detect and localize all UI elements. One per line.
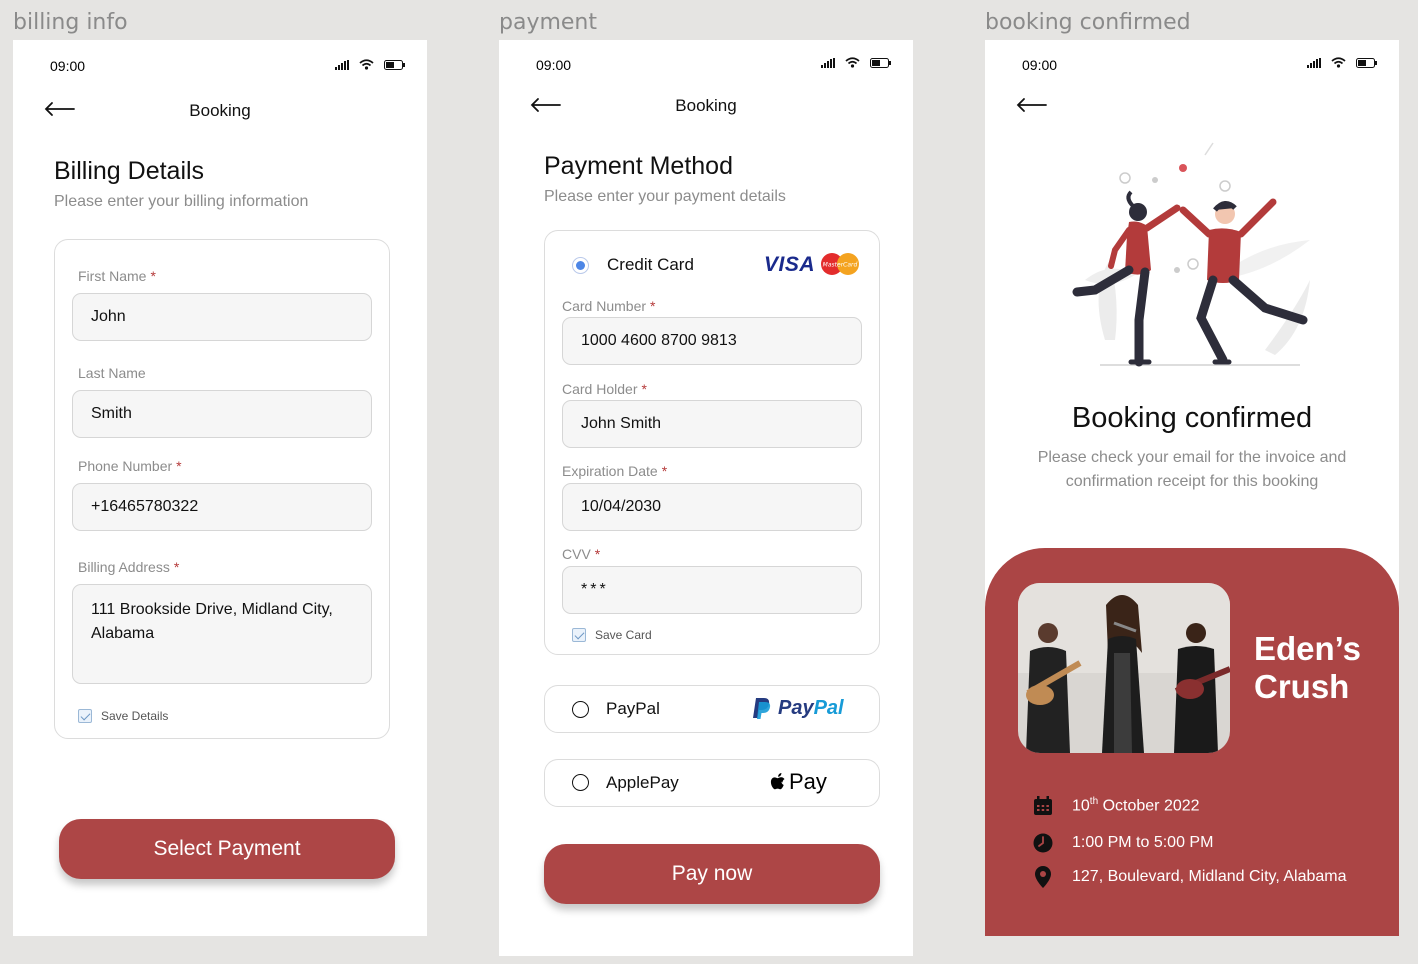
status-time: 09:00 bbox=[50, 58, 86, 74]
page-title: Payment Method bbox=[544, 152, 733, 180]
phone-number-input[interactable]: +16465780322 bbox=[72, 483, 372, 531]
frame-label-confirmed: booking confirmed bbox=[985, 10, 1191, 35]
applepay-option[interactable]: ApplePay Pay bbox=[544, 759, 880, 807]
billing-address-label: Billing Address * bbox=[78, 559, 180, 575]
confirmation-screen: 09:00 Booking confirmed Please check you… bbox=[985, 40, 1399, 936]
battery-icon bbox=[384, 59, 405, 70]
checkbox-icon bbox=[78, 709, 92, 723]
apple-logo-icon bbox=[770, 773, 785, 790]
top-bar-title: Booking bbox=[189, 101, 251, 120]
visa-logo-icon: VISA bbox=[764, 253, 816, 276]
payment-screen: 09:00 Booking Payment Method Please ente… bbox=[499, 40, 913, 956]
status-bar: 09:00 bbox=[985, 40, 1399, 73]
confirmation-title: Booking confirmed bbox=[1071, 402, 1313, 434]
wifi-icon bbox=[359, 59, 374, 70]
last-name-input[interactable]: Smith bbox=[72, 390, 372, 438]
top-bar bbox=[985, 94, 1399, 124]
page-title: Billing Details bbox=[54, 157, 205, 185]
status-time: 09:00 bbox=[1022, 57, 1058, 73]
paypal-logo: PayPal bbox=[752, 696, 844, 720]
event-date-text: 10th October 2022 bbox=[1072, 796, 1200, 815]
card-number-input[interactable]: 1000 4600 8700 9813 bbox=[562, 317, 862, 365]
paypal-radio[interactable] bbox=[572, 701, 589, 718]
battery-icon bbox=[1356, 57, 1377, 68]
event-location: 127, Boulevard, Midland City, Alabama bbox=[1032, 866, 1347, 888]
mastercard-logo-text: MasterCard bbox=[823, 262, 858, 269]
credit-card-radio[interactable] bbox=[572, 257, 589, 274]
pay-now-button[interactable]: Pay now bbox=[544, 844, 880, 904]
billing-screen: 09:00 Booking Billing Details Please ent… bbox=[13, 40, 427, 936]
confirmation-message: Please check your email for the invoice … bbox=[1037, 449, 1347, 490]
wifi-icon bbox=[1331, 57, 1346, 68]
first-name-input[interactable]: John bbox=[72, 293, 372, 341]
paypal-label: PayPal bbox=[606, 699, 660, 718]
billing-address-input[interactable]: 111 Brookside Drive, Midland City, Alaba… bbox=[72, 584, 372, 684]
save-card-checkbox[interactable]: Save Card bbox=[572, 628, 652, 642]
save-details-label: Save Details bbox=[101, 709, 169, 723]
status-time: 09:00 bbox=[536, 57, 572, 73]
applepay-label: ApplePay bbox=[606, 773, 679, 792]
wifi-icon bbox=[845, 57, 860, 68]
event-ticket-card: Eden’s Crush 10th October 2022 1:00 PM t… bbox=[985, 548, 1399, 936]
paypal-option[interactable]: PayPal PayPal bbox=[544, 685, 880, 733]
paypal-logo-icon bbox=[753, 698, 771, 719]
signal-icon bbox=[1307, 57, 1321, 68]
billing-form-card: First Name * John Last Name Smith Phone N… bbox=[54, 239, 390, 739]
battery-icon bbox=[870, 57, 891, 68]
event-time-text: 1:00 PM to 5:00 PM bbox=[1072, 834, 1214, 851]
card-number-label: Card Number * bbox=[562, 298, 656, 314]
location-pin-icon bbox=[1032, 866, 1054, 888]
status-bar: 09:00 bbox=[13, 40, 427, 74]
credit-card-label: Credit Card bbox=[607, 255, 694, 274]
checkbox-icon bbox=[572, 628, 586, 642]
top-bar-title: Booking bbox=[675, 96, 737, 115]
last-name-label: Last Name bbox=[78, 365, 146, 381]
top-bar: Booking bbox=[13, 96, 427, 126]
paypal-logo-text-b: Pal bbox=[813, 696, 844, 719]
applepay-logo-text: Pay bbox=[789, 769, 827, 794]
applepay-logo: Pay bbox=[769, 769, 827, 795]
top-bar: Booking bbox=[499, 94, 913, 124]
band-name: Eden’s Crush bbox=[1254, 630, 1361, 705]
status-bar: 09:00 bbox=[499, 40, 913, 73]
band-photo bbox=[1018, 583, 1230, 753]
applepay-radio[interactable] bbox=[572, 774, 589, 791]
celebration-illustration bbox=[1072, 142, 1310, 367]
phone-number-label: Phone Number * bbox=[78, 458, 182, 474]
card-holder-label: Card Holder * bbox=[562, 381, 647, 397]
event-time: 1:00 PM to 5:00 PM bbox=[1032, 832, 1213, 854]
expiration-date-input[interactable]: 10/04/2030 bbox=[562, 483, 862, 531]
signal-icon bbox=[821, 57, 835, 68]
clock-icon bbox=[1032, 832, 1054, 854]
page-subtitle: Please enter your billing information bbox=[54, 193, 309, 210]
calendar-icon bbox=[1032, 795, 1054, 817]
back-arrow-icon[interactable] bbox=[1015, 95, 1047, 115]
first-name-label: First Name * bbox=[78, 268, 156, 284]
frame-label-payment: payment bbox=[499, 10, 598, 35]
card-holder-input[interactable]: John Smith bbox=[562, 400, 862, 448]
paypal-logo-text-a: Pay bbox=[778, 696, 814, 719]
expiration-date-label: Expiration Date * bbox=[562, 463, 668, 479]
event-date: 10th October 2022 bbox=[1032, 795, 1200, 817]
event-location-text: 127, Boulevard, Midland City, Alabama bbox=[1072, 868, 1347, 885]
cvv-input[interactable]: *** bbox=[562, 566, 862, 614]
cvv-label: CVV * bbox=[562, 546, 601, 562]
mastercard-logo-icon: MasterCard bbox=[821, 253, 859, 275]
frame-label-billing: billing info bbox=[13, 10, 128, 35]
select-payment-button[interactable]: Select Payment bbox=[59, 819, 395, 879]
credit-card-option: Credit Card VISA MasterCard Card Number *… bbox=[544, 230, 880, 655]
page-subtitle: Please enter your payment details bbox=[544, 188, 786, 205]
signal-icon bbox=[335, 59, 349, 70]
save-card-label: Save Card bbox=[595, 628, 652, 642]
save-details-checkbox[interactable]: Save Details bbox=[78, 709, 168, 723]
